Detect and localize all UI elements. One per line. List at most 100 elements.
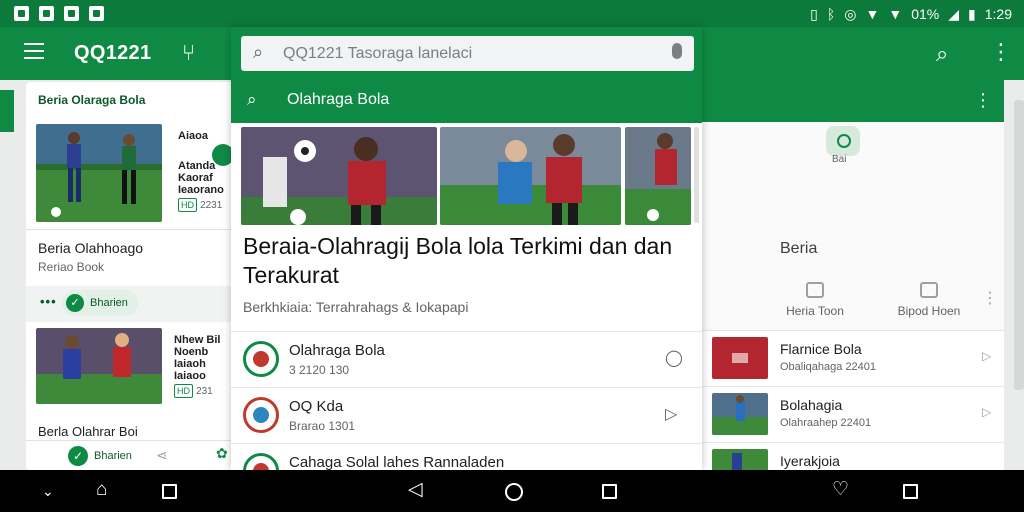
section-heading: Berla Olahrar Boi xyxy=(38,424,138,439)
follow-chip[interactable]: ✓ Bharien xyxy=(62,290,138,316)
item-thumbnail xyxy=(712,449,768,470)
document-icon xyxy=(806,282,824,298)
status-bar: ▯ ᛒ ◎ ▼ ▼ 01% ◢ ▮ 1:29 xyxy=(0,0,1024,27)
left-card[interactable]: Beria Olaraga Bola Aiaoa Atanda Kaoraf I… xyxy=(26,82,236,470)
article-1-text: Aiaoa Atanda Kaoraf Ieaorano HD 2231 xyxy=(178,130,224,212)
search-header: ⌕ QQ1221 Tasoraga lanelaci ⌕ Olahraga Bo… xyxy=(231,27,702,123)
alarm-icon: ◎ xyxy=(844,5,857,22)
more-icon[interactable]: ⋮ xyxy=(982,288,998,308)
club-logo-icon xyxy=(243,397,279,433)
right-card: Bai Beria Heria Toon Bipod Hoen ⋮ Flarni… xyxy=(700,122,1004,470)
item-thumbnail xyxy=(712,337,768,379)
more-icon[interactable]: ⋮ xyxy=(974,90,992,111)
club-logo-icon xyxy=(243,453,279,470)
list-item[interactable]: Iyerakjoia xyxy=(700,442,1004,470)
wifi-icon: ▼ xyxy=(865,5,880,22)
search-icon: ⌕ xyxy=(253,42,264,62)
section-heading: Beria xyxy=(780,240,818,257)
heart-icon[interactable]: ♡ xyxy=(832,480,849,499)
scrollbar[interactable] xyxy=(1014,100,1024,390)
notification-icon xyxy=(64,6,79,21)
item-subtitle: Obaliqahaga 22401 xyxy=(780,361,877,373)
notification-icon xyxy=(14,6,29,21)
chevron-down-icon[interactable]: ⌄ xyxy=(42,484,54,498)
fork-icon[interactable]: ⑂ xyxy=(182,40,195,66)
check-icon: ✓ xyxy=(66,294,84,312)
vibrate-icon: ▯ xyxy=(810,5,818,22)
search-input[interactable]: ⌕ QQ1221 Tasoraga lanelaci xyxy=(241,36,694,71)
clock: 1:29 xyxy=(984,5,1012,22)
result-subtitle: Brarao 1301 xyxy=(289,419,356,433)
play-icon[interactable]: ▷ xyxy=(982,349,991,363)
window-icon[interactable] xyxy=(903,484,918,499)
edge-tab xyxy=(0,90,14,132)
item-title: Bolahagia xyxy=(780,397,843,413)
more-icon[interactable]: ⋮ xyxy=(990,41,1012,63)
navigation-bar: ⌄ ⌂ ◁ ♡ xyxy=(0,470,1024,512)
hero-image[interactable] xyxy=(440,127,621,225)
notification-icon xyxy=(89,6,104,21)
profile-label: Bai xyxy=(832,154,847,165)
battery-icon: ▮ xyxy=(968,5,976,22)
result-title: OQ Kda xyxy=(289,398,344,415)
search-placeholder: QQ1221 Tasoraga lanelaci xyxy=(283,45,473,62)
search-icon[interactable]: ⌕ xyxy=(936,41,948,67)
recents-icon[interactable] xyxy=(162,484,177,499)
quick-action-2[interactable]: Bipod Hoen xyxy=(884,282,974,318)
club-logo-icon xyxy=(243,341,279,377)
list-item[interactable]: Flarnice Bola Obaliqahaga 22401 ▷ xyxy=(700,330,1004,386)
result-row[interactable]: OQ Kda Brarao 1301 ▷ xyxy=(231,387,702,443)
comment-icon[interactable]: ◯ xyxy=(665,348,683,368)
result-subtitle: 3 2120 130 xyxy=(289,363,350,377)
check-icon[interactable]: ✓ xyxy=(68,446,88,466)
recents-icon[interactable] xyxy=(602,484,617,499)
quick-action-1[interactable]: Heria Toon xyxy=(770,282,860,318)
list-item[interactable]: Bolahagia Olahraahep 22401 ▷ xyxy=(700,386,1004,442)
home-button[interactable] xyxy=(505,483,523,501)
cell-signal-icon: ◢ xyxy=(948,5,960,22)
screen: ▯ ᛒ ◎ ▼ ▼ 01% ◢ ▮ 1:29 QQ1221 ⑂ ⌕ ⋮ Beri… xyxy=(0,0,1024,512)
leaf-icon[interactable]: ✿ xyxy=(216,445,228,462)
home-icon[interactable]: ⌂ xyxy=(96,480,107,499)
headline[interactable]: Beraia-Olahragij Bola lola Terkimi dan d… xyxy=(243,232,693,290)
football-photo xyxy=(241,127,437,225)
hero-image[interactable] xyxy=(625,127,691,225)
search-icon: ⌕ xyxy=(247,90,257,109)
menu-icon[interactable] xyxy=(24,43,44,59)
result-title: Cahaga Solal lahes Rannaladen xyxy=(289,454,505,470)
football-photo xyxy=(625,127,691,225)
section-subtitle: Reriao Book xyxy=(38,260,105,274)
result-row[interactable]: Olahraga Bola 3 2120 130 ◯ xyxy=(231,331,702,387)
follow-label[interactable]: Bharien xyxy=(94,450,132,462)
search-suggestion[interactable]: Olahraga Bola xyxy=(287,91,389,109)
app-title: QQ1221 xyxy=(74,42,152,64)
section-heading: Beria Olahhoago xyxy=(38,240,144,256)
hero-image[interactable] xyxy=(241,127,437,225)
divider xyxy=(26,229,236,230)
more-dots-icon[interactable]: ••• xyxy=(40,294,57,309)
scrollbar[interactable] xyxy=(694,127,699,223)
signal-icon: ▼ xyxy=(888,5,903,22)
share-icon[interactable]: ⋖ xyxy=(156,447,168,464)
play-icon[interactable]: ▷ xyxy=(982,405,991,419)
profile-icon[interactable] xyxy=(826,126,860,156)
back-icon[interactable]: ◁ xyxy=(408,480,423,499)
bottom-actions: ✓ Bharien ⋖ ✿ xyxy=(26,440,236,470)
battery-percent: 01% xyxy=(911,5,940,22)
result-row[interactable]: Cahaga Solal lahes Rannaladen xyxy=(231,443,702,470)
article-thumbnail[interactable] xyxy=(36,124,162,222)
headline-meta: Berkhkiaia: Terrahrahags & Iokapapi xyxy=(243,299,469,315)
result-title: Olahraga Bola xyxy=(289,342,385,359)
bluetooth-icon: ᛒ xyxy=(826,5,836,22)
mic-icon[interactable] xyxy=(672,43,682,59)
follow-chip-label: Bharien xyxy=(90,297,128,309)
football-photo xyxy=(36,124,162,222)
right-header: ⋮ xyxy=(700,80,1004,122)
play-icon[interactable]: ▷ xyxy=(665,404,677,424)
item-title: Flarnice Bola xyxy=(780,341,862,357)
article-thumbnail[interactable] xyxy=(36,328,162,404)
football-photo xyxy=(36,328,162,404)
item-title: Iyerakjoia xyxy=(780,453,840,469)
notification-icon xyxy=(39,6,54,21)
football-photo xyxy=(440,127,621,225)
